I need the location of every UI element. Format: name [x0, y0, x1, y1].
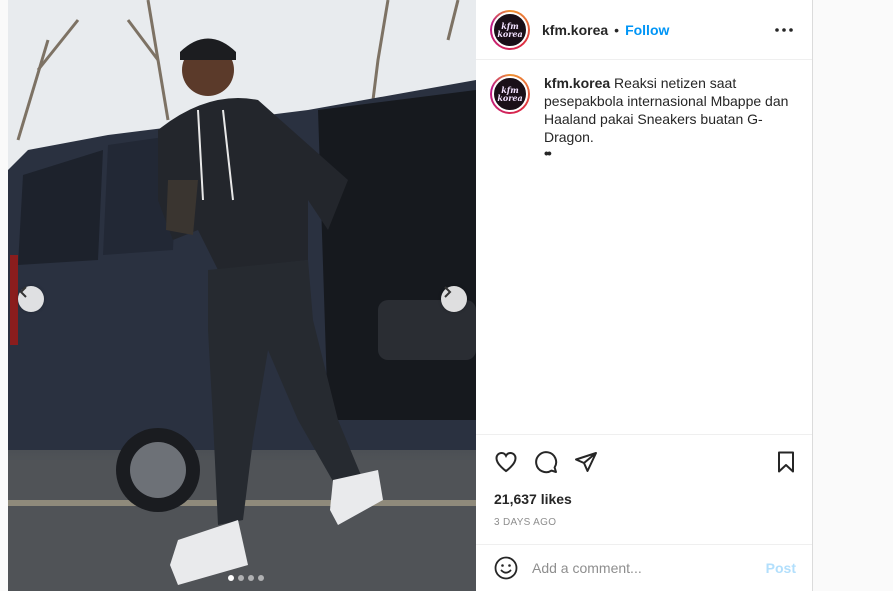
username-link[interactable]: kfm.korea [542, 22, 608, 38]
post-actions: 21,637 likes 3 DAYS AGO [476, 434, 812, 544]
post-header: kfm korea kfm.korea • Follow [476, 0, 812, 60]
page-background-left [0, 0, 8, 591]
paper-plane-icon [575, 452, 597, 472]
comment-input[interactable] [532, 560, 742, 576]
caption-avatar-image: kfm korea [492, 76, 528, 112]
chevron-left-icon [19, 286, 27, 298]
post-caption: kfm korea kfm.korea Reaksi netizen saat … [490, 74, 800, 160]
caption-emoji: •• [544, 145, 552, 161]
avatar-image: kfm korea [492, 11, 528, 48]
post-comment-button[interactable]: Post [766, 560, 796, 576]
post-details-panel: kfm korea kfm.korea • Follow kfm korea k… [476, 0, 812, 591]
previous-slide-button[interactable] [18, 286, 44, 312]
chevron-right-icon [444, 286, 452, 298]
caption-avatar[interactable]: kfm korea [490, 74, 530, 114]
comment-bar: Post [476, 544, 812, 591]
post-image[interactable] [8, 0, 476, 591]
save-button[interactable] [773, 449, 799, 475]
heart-icon [495, 451, 517, 473]
carousel-dot [228, 575, 234, 581]
header-separator: • [614, 21, 620, 38]
photo-illustration [8, 0, 476, 591]
avatar-logo-line2: korea [497, 28, 523, 39]
caption-body: kfm.korea Reaksi netizen saat pesepakbol… [544, 74, 794, 160]
bookmark-icon [778, 451, 794, 473]
page-background-right [812, 0, 893, 591]
comment-icon [535, 451, 558, 474]
ellipsis-icon [775, 28, 793, 32]
emoji-button[interactable] [494, 556, 518, 580]
more-options-button[interactable] [774, 20, 794, 40]
carousel-dot [248, 575, 254, 581]
comment-button[interactable] [533, 449, 559, 475]
smiley-icon [494, 556, 518, 580]
likes-count[interactable]: 21,637 likes [494, 491, 572, 507]
carousel-dot [238, 575, 244, 581]
caption-avatar-logo: kfm korea [497, 86, 522, 102]
carousel-indicator [228, 575, 264, 581]
like-button[interactable] [493, 449, 519, 475]
post-timestamp[interactable]: 3 DAYS AGO [494, 517, 556, 528]
caption-username[interactable]: kfm.korea [544, 75, 610, 91]
carousel-dot [258, 575, 264, 581]
avatar[interactable]: kfm korea [490, 9, 530, 50]
follow-button[interactable]: Follow [625, 22, 669, 38]
next-slide-button[interactable] [441, 286, 467, 312]
share-button[interactable] [573, 449, 599, 475]
avatar-logo: kfm korea [497, 22, 522, 38]
caption-avatar-logo-line2: korea [497, 93, 523, 103]
